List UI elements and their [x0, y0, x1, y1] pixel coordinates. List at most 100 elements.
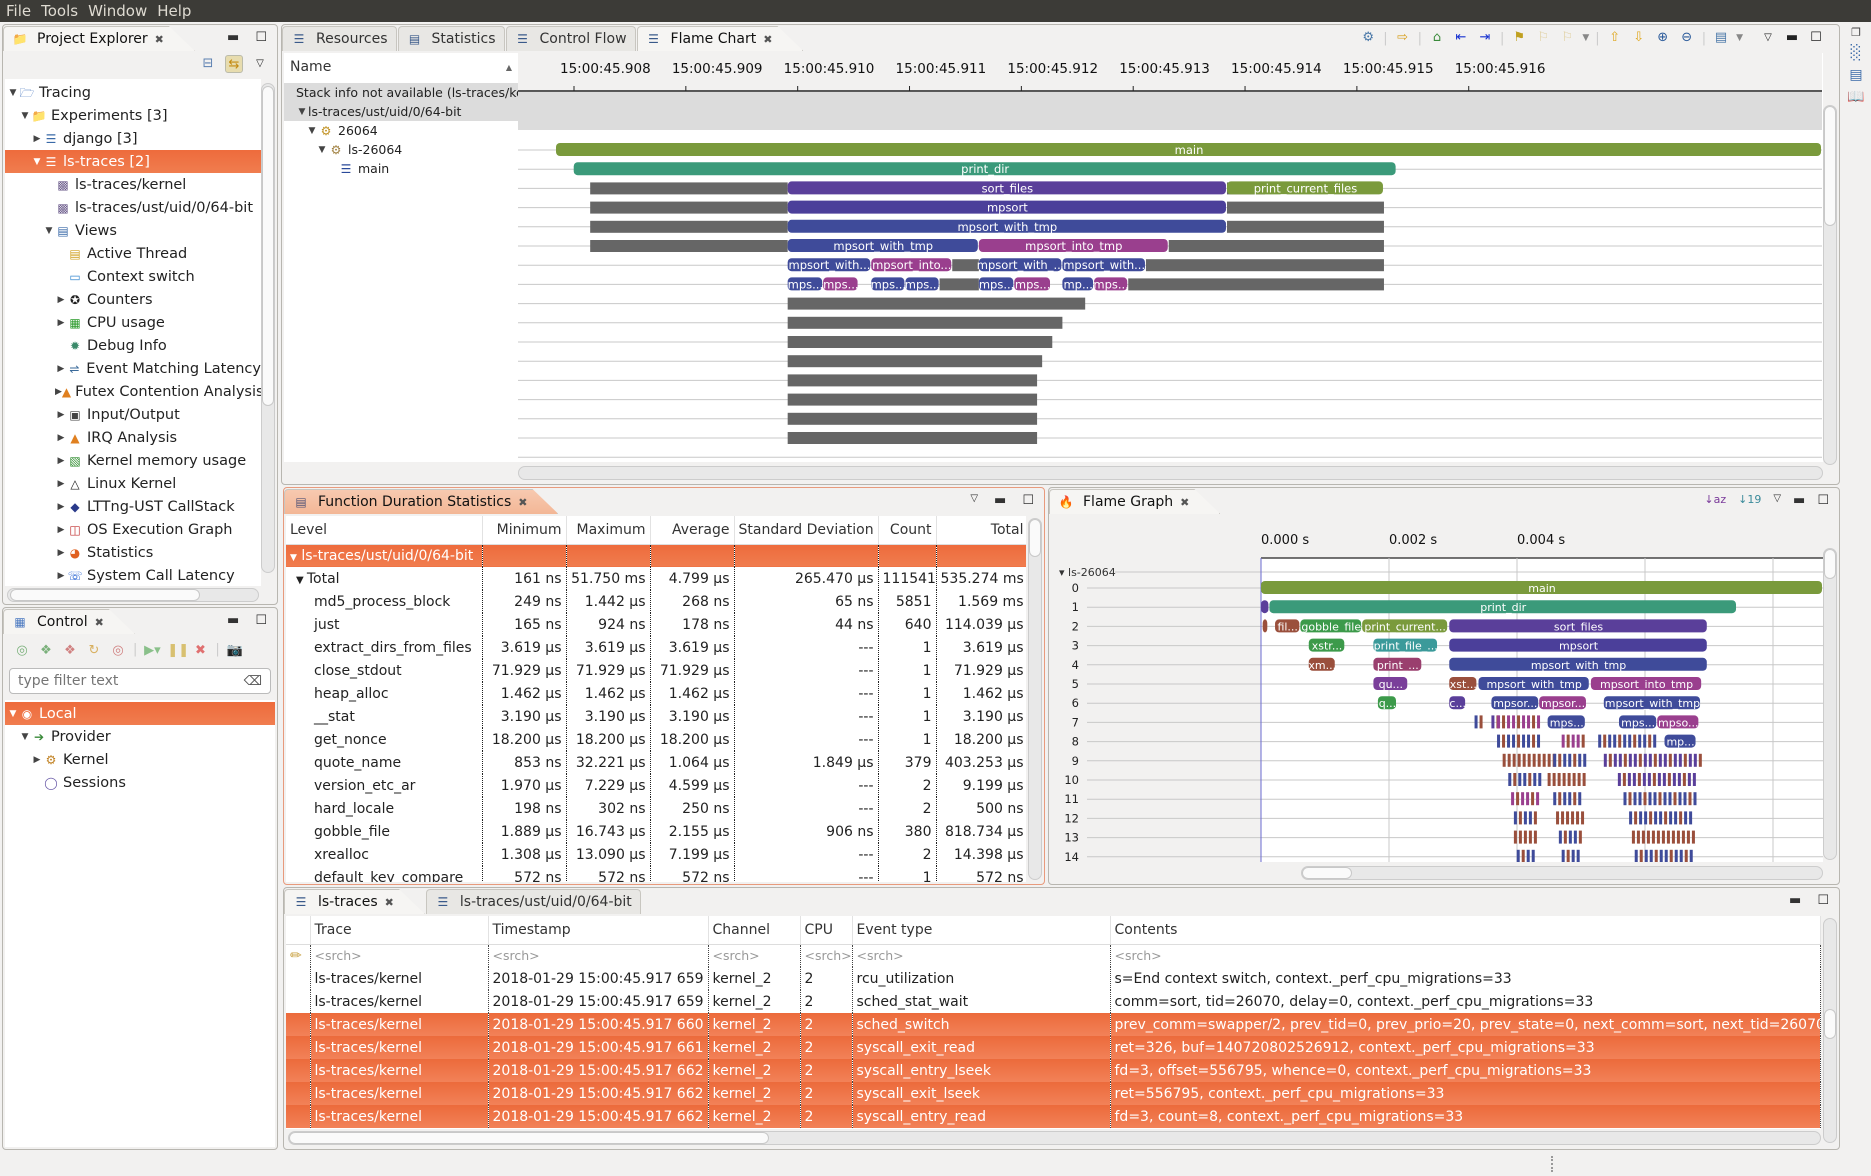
sort-by-id-icon[interactable]: ↓19 — [1738, 493, 1761, 508]
previous-item-icon[interactable]: ⇧ — [1606, 29, 1624, 47]
flame-graph-small-bar[interactable] — [1571, 849, 1575, 862]
flame-graph-small-bar[interactable] — [1641, 830, 1645, 844]
flame-graph-small-bar[interactable] — [1664, 849, 1668, 862]
flame-graph-small-bar[interactable] — [1669, 811, 1673, 825]
flame-graph-small-bar[interactable] — [1522, 753, 1526, 767]
flame-graph-small-bar[interactable] — [1623, 734, 1627, 748]
flame-graph-small-bar[interactable] — [1512, 715, 1516, 729]
collapsed-calls-block[interactable] — [787, 374, 1038, 387]
horizontal-scrollbar[interactable] — [7, 588, 259, 602]
collapsed-calls-block[interactable] — [939, 278, 979, 291]
tab-flame-graph[interactable]: 🔥 Flame Graph ✖ — [1049, 489, 1220, 514]
collapsed-calls-block[interactable] — [787, 336, 1053, 348]
flame-graph-small-bar[interactable] — [1658, 753, 1662, 767]
tree-item[interactable]: ▶ ◕ Statistics — [5, 541, 261, 564]
flame-graph-small-bar[interactable] — [1557, 773, 1561, 786]
close-icon[interactable]: ✖ — [155, 33, 164, 46]
flame-graph-small-bar[interactable] — [1623, 753, 1627, 767]
flame-graph-small-bar[interactable] — [1537, 715, 1541, 729]
flame-graph-small-bar[interactable] — [1547, 773, 1551, 786]
tree-item[interactable]: ▼ ☰ ls-traces [2] — [5, 150, 261, 173]
table-view-icon[interactable]: ▤ — [1849, 67, 1862, 83]
flame-graph-small-bar[interactable] — [1618, 734, 1622, 748]
tab-function-duration-statistics[interactable]: ▤ Function Duration Statistics ✖ — [284, 489, 558, 514]
tree-item[interactable]: ▼ 🗁 Tracing — [5, 81, 261, 104]
stop-icon[interactable]: ✖ — [191, 642, 209, 660]
flame-graph-small-bar[interactable] — [1664, 811, 1668, 825]
flame-graph-small-bar[interactable] — [1648, 753, 1652, 767]
flame-graph-small-bar[interactable] — [1571, 811, 1575, 825]
flame-graph-small-bar[interactable] — [1649, 849, 1653, 862]
flame-graph-small-bar[interactable] — [1628, 792, 1632, 806]
flame-graph-small-bar[interactable] — [1508, 773, 1512, 786]
next-item-icon[interactable]: ⇩ — [1630, 29, 1648, 47]
flame-graph-small-bar[interactable] — [1479, 715, 1483, 729]
flame-graph-small-bar[interactable] — [1523, 773, 1527, 786]
filter-input[interactable] — [18, 673, 218, 689]
table-row[interactable]: version_etc_ar 1.970 µs 7.229 µs 4.599 µs --… — [286, 774, 1026, 797]
next-event-icon[interactable]: ⇥ — [1476, 29, 1494, 47]
flame-graph-small-bar[interactable] — [1617, 773, 1621, 786]
search-cell[interactable]: <srch> — [1110, 944, 1821, 967]
flame-graph-small-bar[interactable] — [1563, 753, 1567, 767]
tab-project-explorer[interactable]: 📁 Project Explorer ✖ — [3, 26, 195, 51]
collapsed-calls-block[interactable] — [1226, 201, 1384, 214]
flame-graph-small-bar[interactable] — [1561, 734, 1565, 748]
column-header[interactable]: Minimum — [482, 516, 567, 545]
flame-graph-small-bar[interactable] — [1537, 753, 1541, 767]
pin-view-icon[interactable]: ▤ — [1712, 29, 1730, 47]
flame-graph-small-bar[interactable] — [1491, 715, 1495, 729]
flame-graph-small-bar[interactable] — [1522, 734, 1526, 748]
tree-item[interactable]: ▶ ✪ Counters — [5, 288, 261, 311]
flame-graph-small-bar[interactable] — [1553, 792, 1557, 806]
expanded-arrow-icon[interactable]: ▼ — [19, 732, 31, 742]
collapsed-arrow-icon[interactable]: ▶ — [55, 479, 67, 489]
flame-graph-small-bar[interactable] — [1516, 792, 1520, 806]
flame-graph-small-bar[interactable] — [1566, 734, 1570, 748]
flame-graph-small-bar[interactable] — [1521, 849, 1525, 862]
sort-by-id-icon[interactable]: ⚙ — [1359, 29, 1377, 47]
table-row[interactable]: ls-traces/kernel 2018-01-29 15:00:45.917 … — [286, 1105, 1821, 1128]
column-header[interactable]: Standard Deviation — [734, 516, 879, 545]
column-header[interactable]: Average — [650, 516, 735, 545]
collapsed-calls-block[interactable] — [787, 432, 1038, 444]
tab-ls-traces-ust-uid-0-64-bit[interactable]: ☰ ls-traces/ust/uid/0/64-bit — [425, 889, 641, 914]
collapsed-calls-block[interactable] — [590, 220, 788, 233]
flame-graph-small-bar[interactable] — [1558, 792, 1562, 806]
flame-graph-small-bar[interactable] — [1684, 811, 1688, 825]
histogram-icon[interactable]: ░ — [1851, 45, 1862, 61]
tree-item[interactable]: ▼ ▤ Views — [5, 219, 261, 242]
restore-icon[interactable]: ❐ — [1851, 26, 1861, 39]
flame-graph-small-bar[interactable] — [1636, 830, 1640, 844]
zoom-in-icon[interactable]: ⊕ — [1654, 29, 1672, 47]
zoom-out-icon[interactable]: ⊖ — [1678, 29, 1696, 47]
maximize-icon[interactable]: ☐ — [1817, 893, 1829, 908]
flame-graph-small-bar[interactable] — [1676, 830, 1680, 844]
table-row[interactable]: ls-traces/kernel 2018-01-29 15:00:45.917 … — [286, 1059, 1821, 1082]
flame-graph-small-bar[interactable] — [1581, 734, 1585, 748]
tree-item[interactable]: ▩ ls-traces/kernel — [5, 173, 261, 196]
flame-graph-small-bar[interactable] — [1644, 849, 1648, 862]
search-cell[interactable]: <srch> — [310, 944, 489, 967]
expanded-arrow-icon[interactable]: ▼ — [316, 145, 328, 155]
flame-graph-small-bar[interactable] — [1576, 811, 1580, 825]
table-row[interactable]: gobble_file 1.889 µs 16.743 µs 2.155 µs 906 … — [286, 820, 1026, 843]
tab-control-flow[interactable]: ☰ Control Flow — [505, 26, 636, 51]
flame-graph-small-bar[interactable] — [1553, 753, 1557, 767]
collapsed-arrow-icon[interactable]: ▶ — [55, 548, 67, 558]
flame-graph-small-bar[interactable] — [1517, 734, 1521, 748]
table-row[interactable]: xrealloc 1.308 µs 13.090 µs 7.199 µs --- 2 14.… — [286, 843, 1026, 866]
flame-graph-small-bar[interactable] — [1536, 792, 1540, 806]
close-icon[interactable]: ✖ — [1180, 496, 1189, 509]
flame-chart-tree-item[interactable]: ▼ ⚙ ls-26064 — [284, 140, 518, 159]
collapsed-arrow-icon[interactable]: ▶ — [55, 502, 67, 512]
flame-graph-small-bar[interactable] — [1566, 849, 1570, 862]
flame-graph-small-bar[interactable] — [1603, 734, 1607, 748]
flame-graph-small-bar[interactable] — [1631, 830, 1635, 844]
flame-graph-small-bar[interactable] — [1518, 830, 1522, 844]
start-icon[interactable]: ▶▾ — [143, 642, 161, 660]
flame-graph-small-bar[interactable] — [1568, 792, 1572, 806]
flame-graph-small-bar[interactable] — [1474, 715, 1478, 729]
flame-graph-small-bar[interactable] — [1654, 811, 1658, 825]
flame-graph-small-bar[interactable] — [1547, 753, 1551, 767]
